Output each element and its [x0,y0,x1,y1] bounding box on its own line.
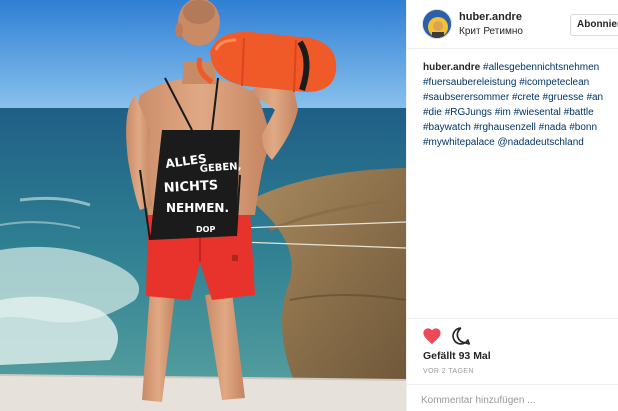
post-actions: Gefällt 93 Mal VOR 2 TAGEN [407,318,618,411]
hashtag-link[interactable]: #RGJungs [445,107,492,118]
hashtag-link[interactable]: #nada [539,122,567,133]
bag-text-3: NICHTS [163,178,218,196]
hashtag-list: #allesgebennichtsnehmen #fuersaubereleis… [423,62,603,148]
post-header: huber.andre Крит Ретимно Abonnieren [407,0,618,49]
hashtag-link[interactable]: #fuersaubereleistung [423,77,516,88]
photo-scene: ALLES GEBEN, NICHTS NEHMEN. DOP [0,0,406,411]
hashtag-link[interactable]: #an [586,92,603,103]
hashtag-link[interactable]: #saubserersommer [423,92,509,103]
avatar-image [423,10,451,38]
location-link[interactable]: Крит Ретимно [459,26,523,37]
avatar[interactable] [422,9,452,39]
hashtag-link[interactable]: #bonn [569,122,597,133]
heart-icon[interactable] [422,327,442,345]
username[interactable]: huber.andre [459,11,522,23]
hashtag-link[interactable]: #die [423,107,442,118]
post-photo[interactable]: ALLES GEBEN, NICHTS NEHMEN. DOP [0,0,406,411]
hashtag-link[interactable]: #wiesental [514,107,561,118]
hashtag-link[interactable]: #icompeteclean [519,77,589,88]
hashtag-link[interactable]: #battle [564,107,594,118]
comment-box [407,384,618,411]
hashtag-link[interactable]: #rghausenzell [474,122,536,133]
follow-button[interactable]: Abonnieren [570,14,618,36]
bag-logo: DOP [196,225,215,234]
likes-count[interactable]: Gefällt 93 Mal [423,350,491,362]
comment-icon[interactable] [451,326,471,346]
caption: huber.andre #allesgebennichtsnehmen #fue… [423,60,618,150]
hashtag-link[interactable]: #allesgebennichtsnehmen [483,62,599,73]
post-sidebar: huber.andre Крит Ретимно Abonnieren hube… [406,0,618,411]
hashtag-link[interactable]: #gruesse [543,92,584,103]
hashtag-link[interactable]: #crete [512,92,540,103]
comment-input[interactable] [421,392,601,408]
hashtag-link[interactable]: #mywhitepalace [423,137,495,148]
hashtag-link[interactable]: @nadadeutschland [498,137,584,148]
hashtag-link[interactable]: #im [495,107,511,118]
hashtag-link[interactable]: #baywatch [423,122,471,133]
bag-text-4: NEHMEN. [166,201,229,215]
caption-username[interactable]: huber.andre [423,62,480,73]
post-timestamp[interactable]: VOR 2 TAGEN [423,368,474,375]
